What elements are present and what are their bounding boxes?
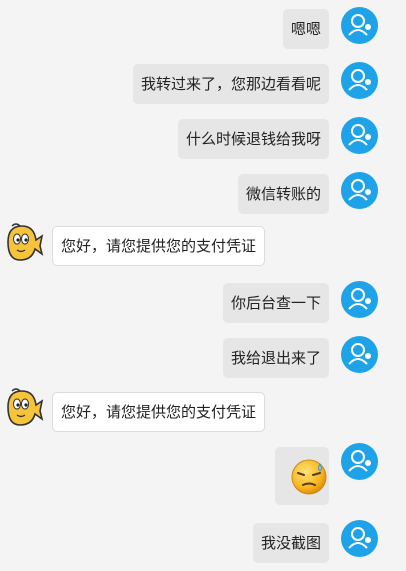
message-bubble[interactable]: 什么时候退钱给我呀 <box>177 119 329 159</box>
message-bubble[interactable]: 您好，请您提供您的支付凭证 <box>52 392 266 432</box>
bot-avatar[interactable] <box>4 222 44 264</box>
message-bubble[interactable]: 嗯嗯 <box>282 9 329 49</box>
user-avatar[interactable] <box>341 443 378 480</box>
user-silhouette-icon <box>348 124 371 146</box>
bot-avatar[interactable] <box>4 387 44 429</box>
message-bubble[interactable]: 我没截图 <box>252 523 329 563</box>
message-bubble[interactable]: 你后台查一下 <box>222 283 329 323</box>
emoji-bubble[interactable] <box>275 447 329 505</box>
user-silhouette-icon <box>348 450 371 472</box>
message-bubble[interactable]: 我给退出来了 <box>222 338 329 378</box>
user-avatar[interactable] <box>341 281 378 318</box>
user-silhouette-icon <box>348 14 371 36</box>
message-bubble[interactable]: 微信转账的 <box>237 174 329 214</box>
user-avatar[interactable] <box>341 336 378 373</box>
user-silhouette-icon <box>348 179 371 201</box>
yellow-fish-mascot-icon <box>7 388 44 426</box>
sweat-emoji-icon <box>291 459 327 495</box>
user-avatar[interactable] <box>341 62 378 99</box>
user-avatar[interactable] <box>341 172 378 209</box>
user-avatar[interactable] <box>341 7 378 44</box>
user-avatar[interactable] <box>341 117 378 154</box>
user-silhouette-icon <box>348 288 371 310</box>
user-silhouette-icon <box>348 343 371 365</box>
yellow-fish-mascot-icon <box>7 223 44 261</box>
user-silhouette-icon <box>348 69 371 91</box>
message-bubble[interactable]: 我转过来了，您那边看看呢 <box>132 64 329 104</box>
user-avatar[interactable] <box>341 520 378 557</box>
message-bubble[interactable]: 您好，请您提供您的支付凭证 <box>52 226 266 266</box>
chat-window: 嗯嗯 我转过来了，您那边看看呢 什么时候退钱给我呀 微信转账的 您好，请您提供您… <box>0 0 406 571</box>
user-silhouette-icon <box>348 527 371 549</box>
